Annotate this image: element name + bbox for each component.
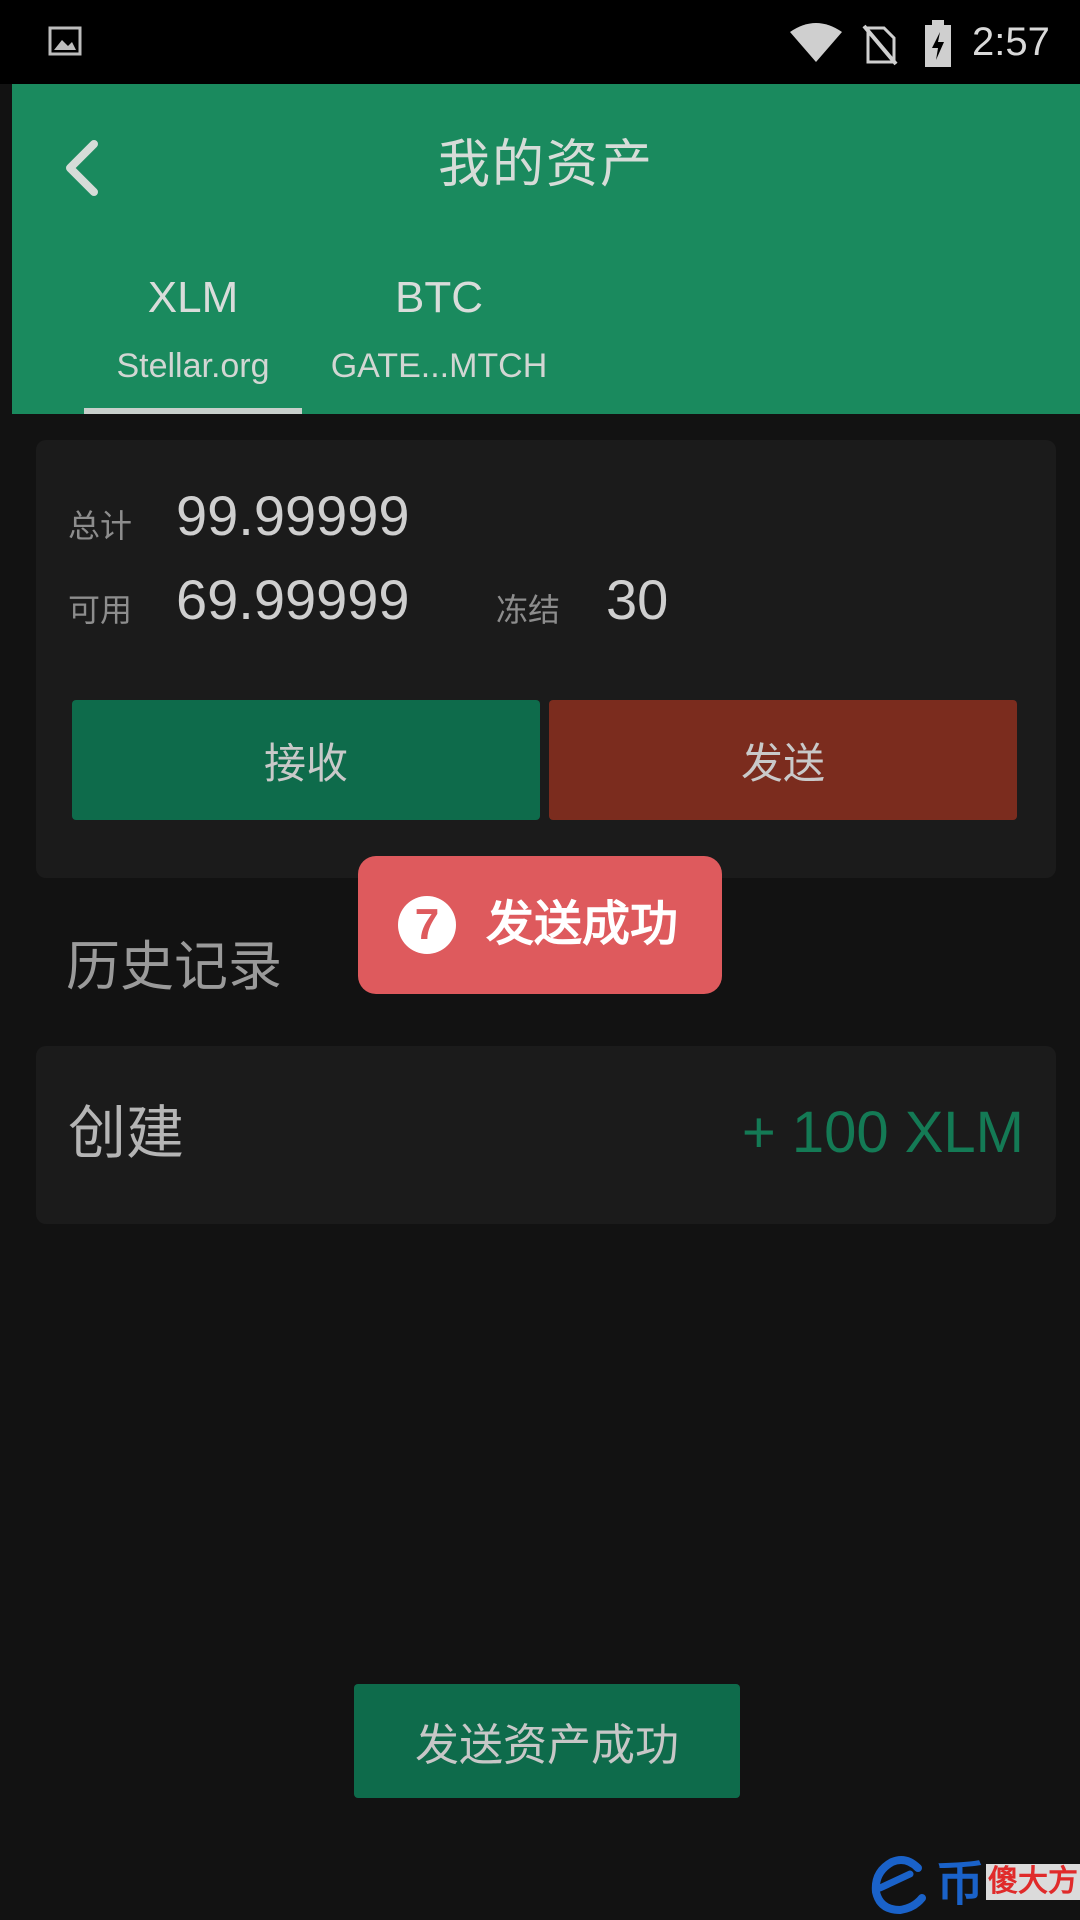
tab-xlm[interactable]: XLM Stellar.org — [73, 272, 313, 388]
step-number-badge: 7 — [398, 896, 456, 954]
app-header: 我的资产 XLM Stellar.org BTC GATE...MTCH — [12, 84, 1080, 414]
send-button[interactable]: 发送 — [549, 700, 1017, 820]
watermark-text: 币 — [936, 1856, 985, 1912]
tab-issuer: GATE...MTCH — [330, 347, 548, 385]
history-item[interactable]: 创建 + 100 XLM — [36, 1046, 1056, 1224]
toast-message: 发送成功 — [486, 896, 679, 952]
app-screen: 2:57 我的资产 XLM Stellar.org BTC GATE...MTC… — [0, 0, 1080, 1920]
tab-issuer: Stellar.org — [116, 347, 270, 385]
available-value: 69.99999 — [176, 568, 410, 631]
tab-indicator — [84, 408, 302, 414]
receive-button[interactable]: 接收 — [72, 700, 540, 820]
total-label: 总计 — [68, 507, 133, 545]
status-bar: 2:57 — [0, 0, 1080, 84]
frozen-value: 30 — [606, 568, 669, 631]
image-icon — [48, 26, 82, 56]
history-item-amount: + 100 XLM — [741, 1100, 1024, 1165]
history-item-type: 创建 — [68, 1099, 185, 1167]
available-label: 可用 — [68, 591, 133, 629]
status-time: 2:57 — [972, 20, 1050, 64]
tab-symbol: XLM — [147, 273, 239, 322]
no-sim-icon — [862, 24, 898, 66]
send-asset-success-button[interactable]: 发送资产成功 — [354, 1684, 740, 1798]
tab-symbol: BTC — [395, 273, 483, 322]
watermark-e-icon — [871, 1856, 926, 1915]
watermark-overlay-text: 傻大方 — [986, 1864, 1080, 1900]
total-value: 99.99999 — [176, 484, 410, 547]
history-title: 历史记录 — [66, 935, 282, 998]
wifi-icon — [790, 23, 842, 62]
page-title: 我的资产 — [437, 135, 654, 195]
watermark-logo: 币 傻大方 — [866, 1850, 1080, 1920]
battery-charging-icon — [925, 20, 951, 67]
frozen-label: 冻结 — [496, 591, 561, 629]
balance-card: 总计 99.99999 可用 69.99999 冻结 30 接收 发送 — [36, 440, 1056, 878]
tab-btc[interactable]: BTC GATE...MTCH — [319, 272, 559, 388]
success-toast: 7 发送成功 — [358, 856, 722, 994]
